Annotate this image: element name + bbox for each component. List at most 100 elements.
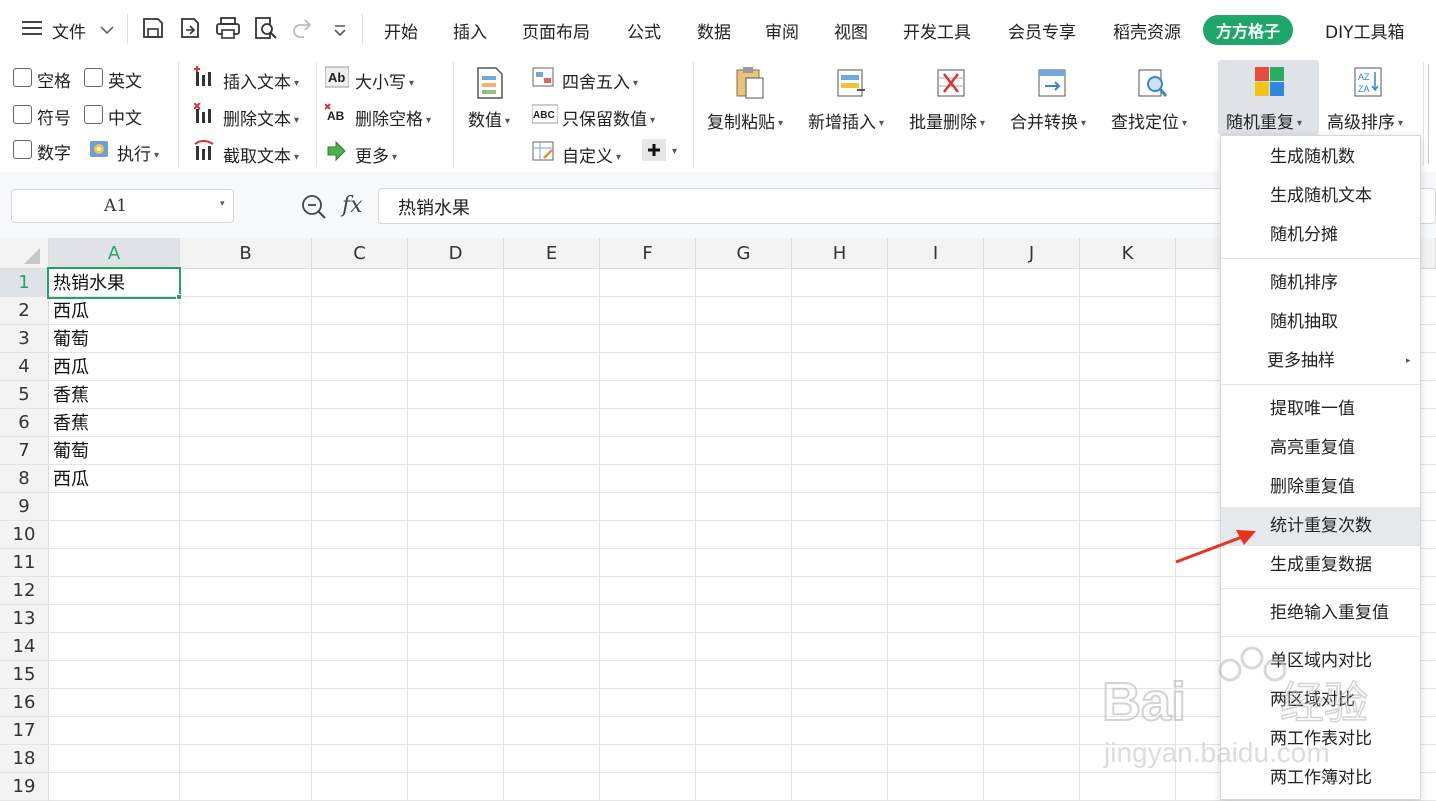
advanced-sort-icon[interactable]: AZ ZA bbox=[1353, 66, 1383, 98]
cell-a6[interactable]: 香蕉 bbox=[53, 411, 89, 439]
add-dropdown-icon[interactable]: ▾ bbox=[672, 146, 677, 157]
column-header-b[interactable]: B bbox=[180, 238, 312, 269]
keep-numeric-button[interactable]: 只保留数值 ▾ bbox=[562, 105, 655, 130]
row-header-9[interactable]: 9 bbox=[0, 493, 49, 521]
chevron-down-icon[interactable] bbox=[99, 22, 115, 36]
batch-delete-icon[interactable] bbox=[936, 66, 966, 98]
save-icon[interactable] bbox=[141, 16, 165, 40]
menu-item-reject-duplicate-input[interactable]: 拒绝输入重复值 bbox=[1221, 594, 1420, 633]
tab-view[interactable]: 视图 bbox=[834, 18, 868, 43]
row-header-2[interactable]: 2 bbox=[0, 297, 49, 325]
menu-item-random-allocate[interactable]: 随机分摊 bbox=[1221, 216, 1420, 255]
column-header-c[interactable]: C bbox=[312, 238, 408, 269]
tab-insert[interactable]: 插入 bbox=[453, 18, 487, 43]
selected-cell-a1[interactable] bbox=[47, 267, 181, 299]
tab-diy-toolbox[interactable]: DIY工具箱 bbox=[1325, 18, 1405, 43]
export-icon[interactable] bbox=[178, 16, 202, 40]
row-header-6[interactable]: 6 bbox=[0, 409, 49, 437]
tab-data[interactable]: 数据 bbox=[697, 18, 731, 43]
keep-numeric-icon[interactable]: ABC bbox=[531, 103, 559, 124]
space-checkbox[interactable] bbox=[13, 68, 32, 87]
extract-text-icon[interactable] bbox=[194, 140, 216, 160]
chevron-down-icon[interactable]: ▾ bbox=[220, 199, 225, 209]
tab-fangfanggezi[interactable]: 方方格子 bbox=[1203, 15, 1294, 45]
random-repeat-label[interactable]: 随机重复 ▾ bbox=[1226, 108, 1302, 133]
menu-item-highlight-duplicates[interactable]: 高亮重复值 bbox=[1221, 429, 1420, 468]
row-header-3[interactable]: 3 bbox=[0, 325, 49, 353]
insert-text-button[interactable]: 插入文本 ▾ bbox=[223, 68, 299, 93]
cell-a5[interactable]: 香蕉 bbox=[53, 383, 89, 411]
column-header-f[interactable]: F bbox=[600, 238, 696, 269]
column-header-a[interactable]: A bbox=[49, 238, 180, 269]
cell-a2[interactable]: 西瓜 bbox=[53, 299, 89, 327]
advanced-sort-button[interactable]: 高级排序 ▾ bbox=[1327, 108, 1403, 133]
case-button[interactable]: 大小写 ▾ bbox=[355, 68, 414, 93]
fill-handle[interactable] bbox=[176, 294, 182, 300]
random-repeat-icon[interactable] bbox=[1254, 66, 1284, 98]
row-header-15[interactable]: 15 bbox=[0, 661, 49, 689]
copy-paste-button[interactable]: 复制粘贴 ▾ bbox=[707, 108, 783, 133]
numeric-icon[interactable] bbox=[474, 66, 504, 99]
hamburger-icon[interactable] bbox=[22, 19, 44, 37]
batch-delete-button[interactable]: 批量删除 ▾ bbox=[909, 108, 985, 133]
name-box[interactable]: A1 ▾ bbox=[11, 189, 234, 223]
row-header-19[interactable]: 19 bbox=[0, 773, 49, 801]
menu-item-two-sheet-compare[interactable]: 两工作表对比 bbox=[1221, 720, 1420, 759]
tab-page-layout[interactable]: 页面布局 bbox=[522, 18, 590, 43]
tab-formulas[interactable]: 公式 bbox=[627, 18, 661, 43]
extract-text-button[interactable]: 截取文本 ▾ bbox=[223, 142, 299, 167]
row-header-14[interactable]: 14 bbox=[0, 633, 49, 661]
zoom-icon[interactable] bbox=[301, 194, 327, 220]
print-icon[interactable] bbox=[215, 16, 241, 40]
row-header-7[interactable]: 7 bbox=[0, 437, 49, 465]
find-locate-button[interactable]: 查找定位 ▾ bbox=[1111, 108, 1187, 133]
fx-icon[interactable]: fx bbox=[342, 193, 363, 218]
cell-a8[interactable]: 西瓜 bbox=[53, 467, 89, 495]
row-header-8[interactable]: 8 bbox=[0, 465, 49, 493]
tab-member[interactable]: 会员专享 bbox=[1008, 18, 1076, 43]
cell-a7[interactable]: 葡萄 bbox=[53, 439, 89, 467]
tab-docer[interactable]: 稻壳资源 bbox=[1113, 18, 1181, 43]
cell-a3[interactable]: 葡萄 bbox=[53, 327, 89, 355]
custom-icon[interactable] bbox=[532, 140, 554, 161]
tab-developer[interactable]: 开发工具 bbox=[903, 18, 971, 43]
numeric-button[interactable]: 数值 ▾ bbox=[468, 106, 510, 131]
column-header-g[interactable]: G bbox=[696, 238, 792, 269]
tab-review[interactable]: 审阅 bbox=[765, 18, 799, 43]
menu-item-generate-random-number[interactable]: 生成随机数 bbox=[1221, 138, 1420, 177]
digit-checkbox[interactable] bbox=[13, 140, 32, 159]
add-icon[interactable] bbox=[642, 139, 666, 161]
column-header-k[interactable]: K bbox=[1080, 238, 1176, 269]
row-header-13[interactable]: 13 bbox=[0, 605, 49, 633]
cell-a4[interactable]: 西瓜 bbox=[53, 355, 89, 383]
column-header-h[interactable]: H bbox=[792, 238, 888, 269]
menu-item-generate-random-text[interactable]: 生成随机文本 bbox=[1221, 177, 1420, 216]
delete-text-button[interactable]: 删除文本 ▾ bbox=[223, 105, 299, 130]
case-icon[interactable]: Ab bbox=[324, 66, 350, 88]
row-header-12[interactable]: 12 bbox=[0, 577, 49, 605]
tab-home[interactable]: 开始 bbox=[384, 18, 418, 43]
round-icon[interactable] bbox=[532, 66, 554, 87]
chinese-checkbox[interactable] bbox=[84, 105, 103, 124]
delete-space-icon[interactable]: AB bbox=[324, 103, 347, 123]
row-header-17[interactable]: 17 bbox=[0, 717, 49, 745]
menu-item-single-range-compare[interactable]: 单区域内对比 bbox=[1221, 642, 1420, 681]
column-header-j[interactable]: J bbox=[984, 238, 1080, 269]
english-checkbox[interactable] bbox=[84, 68, 103, 87]
column-header-d[interactable]: D bbox=[408, 238, 504, 269]
row-header-11[interactable]: 11 bbox=[0, 549, 49, 577]
row-header-10[interactable]: 10 bbox=[0, 521, 49, 549]
find-locate-icon[interactable] bbox=[1137, 66, 1168, 98]
row-header-4[interactable]: 4 bbox=[0, 353, 49, 381]
select-all-corner[interactable] bbox=[0, 238, 49, 269]
copy-paste-icon[interactable] bbox=[734, 66, 764, 99]
menu-item-random-extract[interactable]: 随机抽取 bbox=[1221, 303, 1420, 342]
menu-item-extract-unique[interactable]: 提取唯一值 bbox=[1221, 390, 1420, 429]
menu-item-two-range-compare[interactable]: 两区域对比 bbox=[1221, 681, 1420, 720]
menu-item-two-workbook-compare[interactable]: 两工作簿对比 bbox=[1221, 759, 1420, 798]
delete-space-button[interactable]: 删除空格 ▾ bbox=[355, 105, 431, 130]
more-button[interactable]: 更多 ▾ bbox=[355, 142, 397, 167]
merge-convert-icon[interactable] bbox=[1037, 66, 1067, 98]
file-menu[interactable]: 文件 bbox=[52, 18, 86, 43]
column-header-i[interactable]: I bbox=[888, 238, 984, 269]
